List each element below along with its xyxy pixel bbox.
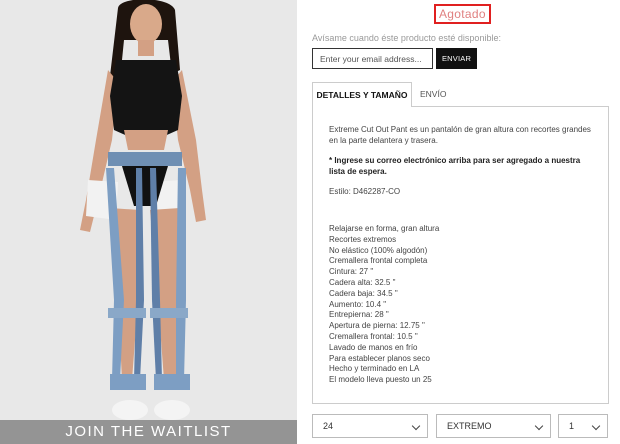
spec-item: Cintura: 27 " <box>329 267 374 277</box>
model-illustration <box>0 0 297 444</box>
style-code: Estilo: D462287-CO <box>329 187 401 197</box>
spec-item: Cremallera frontal: 10.5 " <box>329 331 418 341</box>
cut-select[interactable]: EXTREMO <box>436 414 551 438</box>
spec-item: Apertura de pierna: 12.75 " <box>329 321 425 331</box>
chevron-down-icon <box>534 421 544 431</box>
spec-item: Lavado de manos en frío <box>329 342 418 352</box>
quantity-select[interactable]: 1 <box>558 414 608 438</box>
chevron-down-icon <box>591 421 601 431</box>
spec-item: Relajarse en forma, gran altura <box>329 223 440 233</box>
spec-list: Relajarse en forma, gran altura Recortes… <box>329 224 593 386</box>
size-select[interactable]: 24 <box>312 414 428 438</box>
notify-text: Avísame cuando éste producto esté dispon… <box>312 33 501 43</box>
spec-item: Aumento: 10.4 " <box>329 299 387 309</box>
spec-item: Cadera baja: 34.5 " <box>329 288 398 298</box>
chevron-down-icon <box>411 421 421 431</box>
cut-select-value: EXTREMO <box>447 421 492 431</box>
spec-item: No elástico (100% algodón) <box>329 245 428 255</box>
tab-details-size[interactable]: DETALLES Y TAMAÑO <box>312 82 412 107</box>
product-panel: Agotado Avísame cuando éste producto est… <box>312 0 612 444</box>
spec-item: Cadera alta: 32.5 " <box>329 277 396 287</box>
details-panel: Extreme Cut Out Pant es un pantalón de g… <box>312 106 609 404</box>
join-waitlist-button[interactable]: JOIN THE WAITLIST <box>0 420 297 444</box>
spec-item: Hecho y terminado en LA <box>329 364 420 374</box>
quantity-select-value: 1 <box>569 421 575 431</box>
stock-status-badge: Agotado <box>434 4 491 24</box>
spec-item: El modelo lleva puesto un 25 <box>329 375 432 385</box>
send-button[interactable]: ENVIAR <box>436 48 477 69</box>
spec-item: Para establecer planos seco <box>329 353 430 363</box>
spec-item: Cremallera frontal completa <box>329 256 428 266</box>
email-input[interactable] <box>312 48 433 69</box>
size-select-value: 24 <box>323 421 334 431</box>
product-description: Extreme Cut Out Pant es un pantalón de g… <box>329 125 591 145</box>
product-image: JOIN THE WAITLIST <box>0 0 297 444</box>
spec-item: Recortes extremos <box>329 234 397 244</box>
spec-item: Entrepierna: 28 " <box>329 310 389 320</box>
waitlist-note: * Ingrese su correo electrónico arriba p… <box>329 156 581 176</box>
tab-shipping[interactable]: ENVÍO <box>420 82 446 107</box>
details-tabs: DETALLES Y TAMAÑO ENVÍO <box>312 82 609 107</box>
